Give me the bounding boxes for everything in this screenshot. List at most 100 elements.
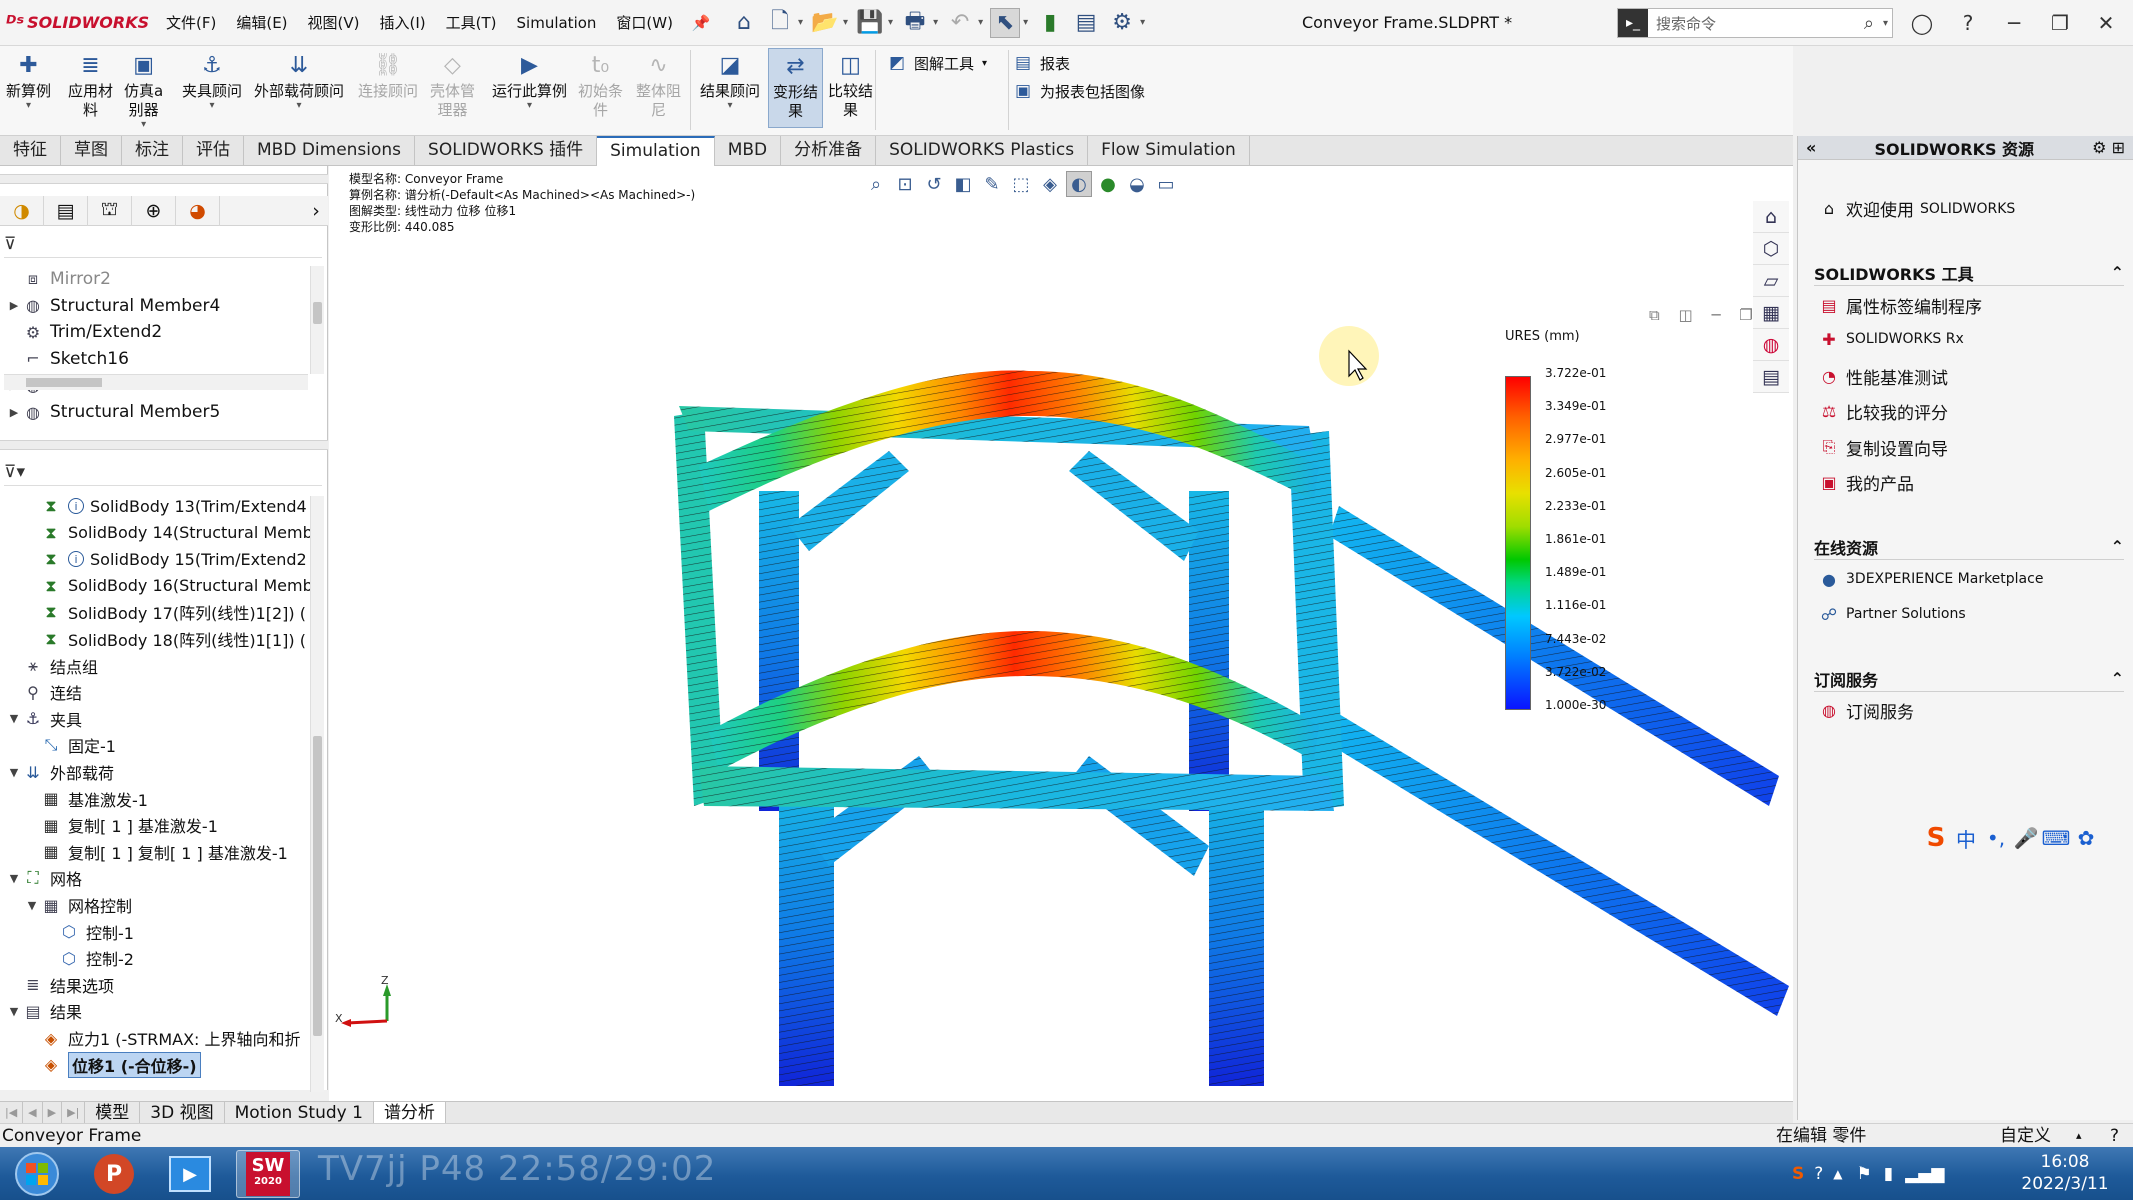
resource-tool-link[interactable]: ⎘ 复制设置向导 bbox=[1818, 435, 1948, 460]
bottom-tab-0[interactable]: 模型 bbox=[85, 1101, 141, 1124]
simulation-tree-item[interactable]: ▼ ⇊ 外部载荷 bbox=[6, 759, 114, 785]
simulation-tree-item[interactable]: ⧗ SolidBody 16(Structural Memb bbox=[24, 573, 312, 599]
ribbon-button-compare-results[interactable]: ◫ 比较结果 bbox=[828, 50, 873, 120]
start-button[interactable] bbox=[4, 1150, 70, 1198]
action-center-icon[interactable]: ⚑ bbox=[1857, 1164, 1872, 1184]
ribbon-button-connections-advisor[interactable]: ⛓ 连接顾问 bbox=[358, 50, 418, 101]
property-manager-tab-icon[interactable]: ▤ bbox=[44, 195, 88, 226]
simulation-tree-item[interactable]: ▼ ▤ 结果 bbox=[6, 998, 82, 1024]
expand-arrow-icon[interactable]: ▼ bbox=[24, 899, 40, 912]
ribbon-button-plot-tools[interactable]: ◩ 图解工具 ▾ bbox=[886, 52, 987, 74]
feature-manager-tab-icon[interactable]: ◑ bbox=[0, 195, 44, 226]
chevron-down-icon[interactable]: ▾ bbox=[141, 120, 146, 130]
open-document-icon[interactable]: 📂 bbox=[810, 8, 840, 38]
ribbon-button-apply-material[interactable]: ≣ 应用材料 bbox=[68, 50, 113, 120]
simulation-tree-item[interactable]: ▦ 基准激发-1 bbox=[24, 786, 148, 812]
simulation-tree-item[interactable]: ≣ 结果选项 bbox=[6, 972, 114, 998]
search-command-box[interactable]: ▸_ 搜索命令 ⌕ ▾ bbox=[1617, 8, 1893, 38]
sogou-tray-icon[interactable]: S bbox=[1792, 1164, 1804, 1184]
chevron-down-icon[interactable]: ▾ bbox=[1140, 17, 1145, 28]
tab-6[interactable]: Simulation bbox=[597, 136, 715, 166]
menu-item[interactable]: 文件(F) bbox=[156, 0, 226, 46]
help-icon[interactable]: ? bbox=[1948, 0, 1988, 46]
tab-1[interactable]: 草图 bbox=[61, 136, 122, 166]
resource-tool-link[interactable]: ✚ SOLIDWORKS Rx bbox=[1818, 328, 1963, 350]
collapse-section-icon[interactable]: ⌃ bbox=[2111, 669, 2124, 688]
home-icon[interactable]: ⌂ bbox=[729, 8, 759, 38]
simulation-tree-item[interactable]: ⬡ 控制-1 bbox=[42, 919, 134, 945]
next-tab-icon[interactable]: ▶ bbox=[43, 1101, 63, 1124]
new-document-icon[interactable]: 🗋 bbox=[765, 8, 795, 38]
panel-splitter[interactable] bbox=[0, 440, 328, 450]
skin-icon[interactable]: ✿ bbox=[2071, 823, 2101, 853]
solidworks-logo[interactable]: ᴰˢ SOLIDWORKS bbox=[0, 11, 150, 35]
chinese-mode-icon[interactable]: 中 bbox=[1951, 823, 1981, 853]
last-tab-icon[interactable]: ▶| bbox=[62, 1101, 86, 1124]
solidworks-taskbar-button[interactable]: SW 2020 bbox=[236, 1150, 300, 1198]
ribbon-button-external-loads[interactable]: ⇊ 外部载荷顾问 ▾ bbox=[254, 50, 344, 111]
first-tab-icon[interactable]: |◀ bbox=[0, 1101, 24, 1124]
subscription-section-header[interactable]: 订阅服务 ⌃ bbox=[1814, 666, 2124, 692]
status-help-icon[interactable]: ? bbox=[2110, 1124, 2119, 1148]
resource-tool-link[interactable]: ⚖ 比较我的评分 bbox=[1818, 399, 1948, 424]
simulation-tree-item[interactable]: ⚲ 连结 bbox=[6, 679, 82, 705]
online-section-header[interactable]: 在线资源 ⌃ bbox=[1814, 534, 2124, 560]
media-player-taskbar-button[interactable]: ▶ bbox=[158, 1150, 222, 1198]
display-manager-tab-icon[interactable]: ◕ bbox=[176, 195, 220, 226]
ribbon-button-deformed-result[interactable]: ⇄ 变形结果 bbox=[768, 48, 824, 128]
simulation-tree-item[interactable]: ⤡ 固定-1 bbox=[24, 732, 116, 758]
simulation-tree-item[interactable]: ⧗ i SolidBody 15(Trim/Extend2 bbox=[24, 546, 306, 572]
chevron-down-icon[interactable]: ▾ bbox=[26, 101, 31, 111]
tab-4[interactable]: MBD Dimensions bbox=[244, 136, 416, 166]
chevron-down-icon[interactable]: ▾ bbox=[888, 17, 893, 28]
chevron-down-icon[interactable]: ▾ bbox=[1883, 18, 1888, 29]
network-icon[interactable]: ▂▄▆ bbox=[1905, 1164, 1944, 1184]
chevron-down-icon[interactable]: ▾ bbox=[843, 17, 848, 28]
ribbon-button-initial-conditions[interactable]: t₀ 初始条件 bbox=[578, 50, 623, 120]
graphics-area[interactable]: 模型名称: Conveyor Frame 算例名称: 谱分析(-Default<… bbox=[329, 166, 1793, 1101]
close-icon[interactable]: ✕ bbox=[2086, 0, 2126, 46]
menu-item[interactable]: 编辑(E) bbox=[226, 0, 297, 46]
file-properties-icon[interactable]: ▤ bbox=[1071, 8, 1101, 38]
chevron-down-icon[interactable]: ▾ bbox=[727, 101, 732, 111]
collapse-section-icon[interactable]: ⌃ bbox=[2111, 537, 2124, 556]
online-resource-link[interactable]: ☍ Partner Solutions bbox=[1818, 603, 1966, 625]
simulation-tree-item[interactable]: ⧗ SolidBody 14(Structural Memb bbox=[24, 520, 312, 546]
ribbon-button-fixtures-advisor[interactable]: ⚓ 夹具顾问 ▾ bbox=[182, 50, 242, 111]
simulation-tree-item[interactable]: ▼ ⛶ 网格 bbox=[6, 865, 82, 891]
microphone-icon[interactable]: 🎤 bbox=[2011, 823, 2041, 853]
tab-5[interactable]: SOLIDWORKS 插件 bbox=[415, 136, 598, 166]
online-resource-link[interactable]: ● 3DEXPERIENCE Marketplace bbox=[1818, 568, 2043, 590]
ribbon-button-global-damping[interactable]: ∿ 整体阻尼 bbox=[636, 50, 681, 120]
expand-arrow-icon[interactable]: ▼ bbox=[6, 1005, 22, 1018]
simulation-tree-item[interactable]: ⧗ i SolidBody 13(Trim/Extend4 bbox=[24, 493, 306, 519]
menu-item[interactable]: 插入(I) bbox=[370, 0, 436, 46]
search-icon[interactable]: ⌕ bbox=[1855, 13, 1883, 34]
feature-tree-item[interactable]: ⧈ Mirror2 bbox=[6, 266, 111, 292]
simulation-tree-item[interactable]: ⧗ SolidBody 18(阵列(线性)1[1]) ( bbox=[24, 626, 306, 652]
chevron-down-icon[interactable]: ▾ bbox=[296, 101, 301, 111]
expand-arrow-icon[interactable]: ▼ bbox=[6, 766, 22, 779]
help-tray-icon[interactable]: ? bbox=[1814, 1164, 1823, 1184]
simulation-tree-item[interactable]: ▼ ⚓ 夹具 bbox=[6, 706, 82, 732]
expand-arrow-icon[interactable]: ▶ bbox=[6, 406, 22, 419]
ribbon-button-report[interactable]: ▤ 报表 bbox=[1012, 52, 1070, 74]
tab-3[interactable]: 评估 bbox=[183, 136, 244, 166]
chevron-up-icon[interactable]: ▴ bbox=[2076, 1124, 2082, 1148]
collapse-section-icon[interactable]: ⌃ bbox=[2111, 263, 2124, 282]
feature-tree-hscrollbar[interactable] bbox=[4, 374, 308, 390]
options-gear-icon[interactable]: ⚙ bbox=[1107, 8, 1137, 38]
expand-arrow-icon[interactable]: ▼ bbox=[6, 872, 22, 885]
bottom-tab-2[interactable]: Motion Study 1 bbox=[225, 1101, 374, 1124]
panel-options-icon[interactable]: ⚙ ⊞ bbox=[2092, 138, 2125, 157]
menu-item[interactable]: Simulation bbox=[507, 0, 607, 46]
restore-icon[interactable]: ❐ bbox=[2040, 0, 2080, 46]
sogou-ime-icon[interactable]: S bbox=[1921, 823, 1951, 853]
chevron-down-icon[interactable]: ▾ bbox=[798, 17, 803, 28]
feature-tree-item[interactable]: ⚙ Trim/Extend2 bbox=[6, 319, 162, 345]
simulation-tree-scrollbar[interactable] bbox=[310, 496, 324, 1092]
chevron-right-icon[interactable]: › bbox=[304, 196, 328, 226]
chevron-down-icon[interactable]: ▾ bbox=[1023, 17, 1028, 28]
print-icon[interactable]: 🖶 bbox=[900, 8, 930, 38]
tools-section-header[interactable]: SOLIDWORKS 工具 ⌃ bbox=[1814, 260, 2124, 286]
